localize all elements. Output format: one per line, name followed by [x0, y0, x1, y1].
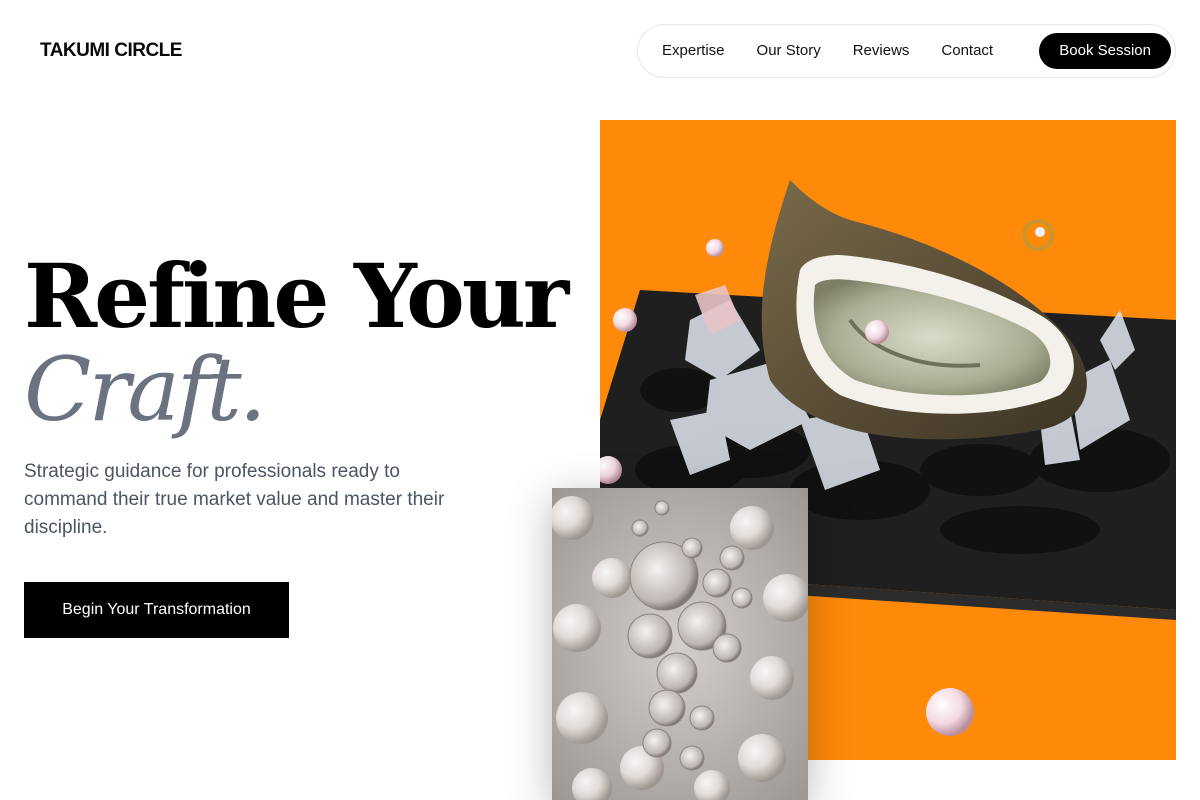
hero-title-line2: Craft.	[24, 338, 267, 441]
nav-link-expertise[interactable]: Expertise	[662, 42, 725, 60]
nav-link-reviews[interactable]: Reviews	[853, 42, 910, 60]
nav-link-our-story[interactable]: Our Story	[757, 42, 821, 60]
hero-title-line1: Refine Your	[24, 244, 569, 348]
main-nav: Expertise Our Story Reviews Contact Book…	[637, 24, 1176, 78]
pearls-photo	[552, 488, 808, 800]
hero-description: Strategic guidance for professionals rea…	[24, 461, 445, 538]
brand-logo[interactable]: TAKUMI CIRCLE	[40, 40, 182, 62]
nav-link-contact[interactable]: Contact	[941, 42, 993, 60]
book-session-button[interactable]: Book Session	[1039, 33, 1171, 69]
begin-transformation-button[interactable]: Begin Your Transformation	[24, 582, 289, 638]
